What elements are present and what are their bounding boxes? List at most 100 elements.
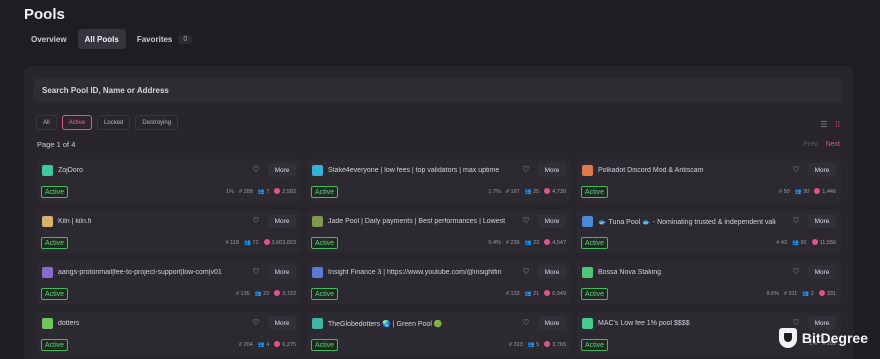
page-title: Pools	[24, 6, 65, 23]
bitdegree-watermark: BitDegree	[778, 328, 868, 348]
pool-logo-icon	[582, 267, 593, 278]
pool-card[interactable]: dotters ♡ More Active # 204 👥 4 6,275	[37, 312, 301, 355]
heart-icon[interactable]: ♡	[519, 165, 533, 176]
pool-card[interactable]: Stake4everyone | low fees | top validato…	[307, 159, 571, 202]
pool-stats: # 43 👥 92 11,556	[776, 239, 836, 246]
heart-icon[interactable]: ♡	[789, 216, 803, 227]
more-button[interactable]: More	[808, 265, 836, 279]
pool-logo-icon	[42, 216, 53, 227]
pool-stake: 4,547	[544, 239, 566, 246]
status-badge: Active	[41, 339, 69, 351]
users-icon: 👥	[257, 188, 265, 195]
prev-page-button[interactable]: Prev	[803, 141, 817, 148]
tab-favorites[interactable]: Favorites 0	[130, 29, 199, 49]
favorites-count-badge: 0	[178, 34, 193, 44]
pool-card[interactable]: Jade Pool | Daily payments | Best perfor…	[307, 210, 571, 253]
list-icon[interactable]: ☰	[820, 120, 827, 129]
pool-commission: 1.7%	[488, 188, 501, 195]
heart-icon[interactable]: ♡	[249, 318, 263, 329]
heart-icon[interactable]: ♡	[249, 165, 263, 176]
more-button[interactable]: More	[268, 214, 296, 228]
search-input[interactable]	[34, 78, 842, 102]
pool-name[interactable]: Jade Pool | Daily payments | Best perfor…	[328, 218, 506, 225]
pool-name[interactable]: Kiln | kiln.fi	[58, 218, 236, 225]
more-button[interactable]: More	[268, 316, 296, 330]
pool-stake: 2,582	[274, 188, 296, 195]
heart-icon[interactable]: ♡	[249, 216, 263, 227]
heart-icon[interactable]: ♡	[519, 216, 533, 227]
pool-stats: # 50 👥 30 1,446	[779, 188, 836, 195]
more-button[interactable]: More	[538, 214, 566, 228]
more-button[interactable]: More	[538, 163, 566, 177]
more-button[interactable]: More	[538, 316, 566, 330]
tab-overview[interactable]: Overview	[24, 29, 74, 49]
filter-locked[interactable]: Locked	[97, 115, 131, 130]
heart-icon[interactable]: ♡	[789, 267, 803, 278]
pool-name[interactable]: Bossa Nova Staking	[598, 269, 776, 276]
grid-icon[interactable]: ⁞⁞	[836, 120, 840, 129]
pool-card[interactable]: Bossa Nova Staking ♡ More Active 9.6% # 3…	[577, 261, 841, 304]
status-badge: Active	[581, 186, 609, 198]
pool-card[interactable]: 🐟 Tuna Pool 🐟 - Nominating trusted & ind…	[577, 210, 841, 253]
pool-name[interactable]: dotters	[58, 320, 236, 327]
view-toggles: ☰ ⁞⁞	[820, 120, 840, 129]
status-badge: Active	[311, 288, 339, 300]
pool-name[interactable]: Stake4everyone | low fees | top validato…	[328, 167, 506, 174]
filter-active[interactable]: Active	[61, 115, 93, 130]
more-button[interactable]: More	[268, 163, 296, 177]
status-badge: Active	[41, 186, 69, 198]
stake-amount: 3,765	[552, 342, 566, 348]
pool-card[interactable]: TheGlobedotters 🌏 | Green Pool 🟢 ♡ More …	[307, 312, 571, 355]
pool-card[interactable]: Polkadot Discord Mod & Antiscam ♡ More A…	[577, 159, 841, 202]
next-page-button[interactable]: Next	[826, 141, 840, 148]
status-badge: Active	[311, 237, 339, 249]
pool-name[interactable]: TheGlobedotters 🌏 | Green Pool 🟢	[328, 320, 506, 328]
pool-stats: 0.4% # 236 👥 23 4,547	[488, 239, 566, 246]
pool-name[interactable]: ZojDoro	[58, 167, 236, 174]
pool-name[interactable]: 🐟 Tuna Pool 🐟 - Nominating trusted & ind…	[598, 218, 776, 226]
pool-logo-icon	[312, 267, 323, 278]
polkadot-token-icon	[818, 290, 825, 296]
members-count: 92	[800, 239, 807, 246]
pool-id: # 43	[776, 239, 788, 246]
users-icon: 👥	[524, 188, 532, 195]
tab-all-pools[interactable]: All Pools	[77, 29, 126, 49]
heart-icon[interactable]: ♡	[519, 267, 533, 278]
pool-card[interactable]: ZojDoro ♡ More Active 1% # 288 👥 7 2,582	[37, 159, 301, 202]
pool-name[interactable]: Insight Finance 3 | https://www.youtube.…	[328, 269, 506, 276]
members-count: 4	[266, 341, 270, 348]
pool-card[interactable]: Insight Finance 3 | https://www.youtube.…	[307, 261, 571, 304]
pool-logo-icon	[582, 318, 593, 329]
more-button[interactable]: More	[808, 163, 836, 177]
pool-members: 👥 25	[525, 189, 540, 195]
pool-id: # 204	[239, 341, 253, 348]
pool-stats: # 132 👥 21 6,949	[506, 290, 566, 297]
tab-label: All Pools	[84, 34, 119, 44]
pool-stake: 3,765	[544, 341, 566, 348]
more-button[interactable]: More	[538, 265, 566, 279]
filter-all[interactable]: All	[36, 115, 57, 130]
users-icon: 👥	[794, 188, 802, 195]
pool-logo-icon	[42, 165, 53, 176]
more-button[interactable]: More	[808, 214, 836, 228]
pool-name[interactable]: aarigs-protonmail|fee-to-project-support…	[58, 269, 236, 276]
pools-panel: All Active Locked Destroying ☰ ⁞⁞ Page 1…	[24, 66, 854, 359]
users-icon: 👥	[524, 290, 532, 297]
pool-name[interactable]: Polkadot Discord Mod & Antiscam	[598, 167, 776, 174]
pool-logo-icon	[312, 216, 323, 227]
polkadot-token-icon	[811, 239, 818, 245]
pool-card[interactable]: Kiln | kiln.fi ♡ More Active # 118 👥 72 3,…	[37, 210, 301, 253]
heart-icon[interactable]: ♡	[519, 318, 533, 329]
users-icon: 👥	[527, 341, 535, 348]
members-count: 25	[533, 188, 540, 195]
filter-destroying[interactable]: Destroying	[135, 115, 179, 130]
pool-name[interactable]: MAC's Low fee 1% pool $$$$	[598, 320, 776, 327]
more-button[interactable]: More	[268, 265, 296, 279]
pool-card[interactable]: aarigs-protonmail|fee-to-project-support…	[37, 261, 301, 304]
status-badge: Active	[41, 288, 69, 300]
pool-id: # 135	[235, 290, 250, 297]
heart-icon[interactable]: ♡	[249, 267, 263, 278]
pool-commission: 0.4%	[488, 239, 501, 246]
heart-icon[interactable]: ♡	[789, 165, 803, 176]
polkadot-token-icon	[544, 239, 551, 245]
